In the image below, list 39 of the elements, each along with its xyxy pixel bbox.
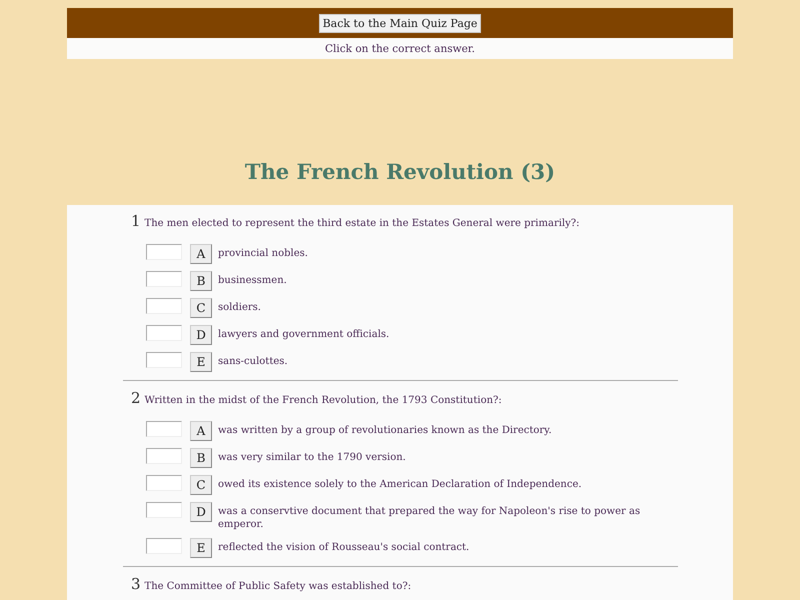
answer-text: lawyers and government officials.: [218, 328, 390, 341]
answer-text: was very similar to the 1790 version.: [218, 451, 406, 464]
answer-text: owed its existence solely to the American Declaration of Independence.: [218, 478, 582, 491]
answer-letter-button[interactable]: C: [190, 298, 212, 318]
answer-letter-button[interactable]: C: [190, 475, 212, 495]
answer-letter-button[interactable]: E: [190, 352, 212, 372]
answer-text: was written by a group of revolutionaries known as the Directory.: [218, 424, 552, 437]
answer-text: soldiers.: [218, 301, 261, 314]
question-number: 1: [131, 212, 141, 230]
answer-field[interactable]: [146, 475, 182, 491]
answer-letter-button[interactable]: D: [190, 325, 212, 345]
back-button[interactable]: Back to the Main Quiz Page: [318, 14, 482, 32]
answer-text: reflected the vision of Rousseau's social contract.: [218, 541, 470, 554]
question-text: The men elected to represent the third estate in the Estates General were primarily?:: [144, 218, 580, 229]
answer-field[interactable]: [146, 502, 182, 518]
answer-text: provincial nobles.: [218, 247, 308, 260]
answer-letter-button[interactable]: B: [190, 271, 212, 291]
answer-letter-button[interactable]: B: [190, 448, 212, 468]
answer-letter-button[interactable]: A: [190, 421, 212, 441]
answer-field[interactable]: [146, 325, 182, 341]
quiz-title: The French Revolution (3): [244, 159, 556, 186]
instruction-text: Click on the correct answer.: [325, 42, 475, 54]
answer-field[interactable]: [146, 271, 182, 287]
answer-text: was a conservtive document that prepared the way for Napoleon's rise to power as emperor.: [218, 505, 642, 531]
answer-field[interactable]: [146, 298, 182, 314]
question-text: Written in the midst of the French Revolution, the 1793 Constitution?:: [144, 395, 502, 406]
answer-field[interactable]: [146, 244, 182, 260]
answer-text: sans-culottes.: [218, 355, 288, 368]
answer-field[interactable]: [146, 448, 182, 464]
answer-field[interactable]: [146, 538, 182, 554]
answer-letter-button[interactable]: A: [190, 244, 212, 264]
answer-letter-button[interactable]: D: [190, 502, 212, 522]
answer-field[interactable]: [146, 421, 182, 437]
question-number: 2: [131, 389, 141, 407]
answer-text: businessmen.: [218, 274, 287, 287]
answer-field[interactable]: [146, 352, 182, 368]
question-text: The Committee of Public Safety was established to?:: [144, 581, 412, 592]
question-number: 3: [131, 575, 141, 593]
answer-letter-button[interactable]: E: [190, 538, 212, 558]
